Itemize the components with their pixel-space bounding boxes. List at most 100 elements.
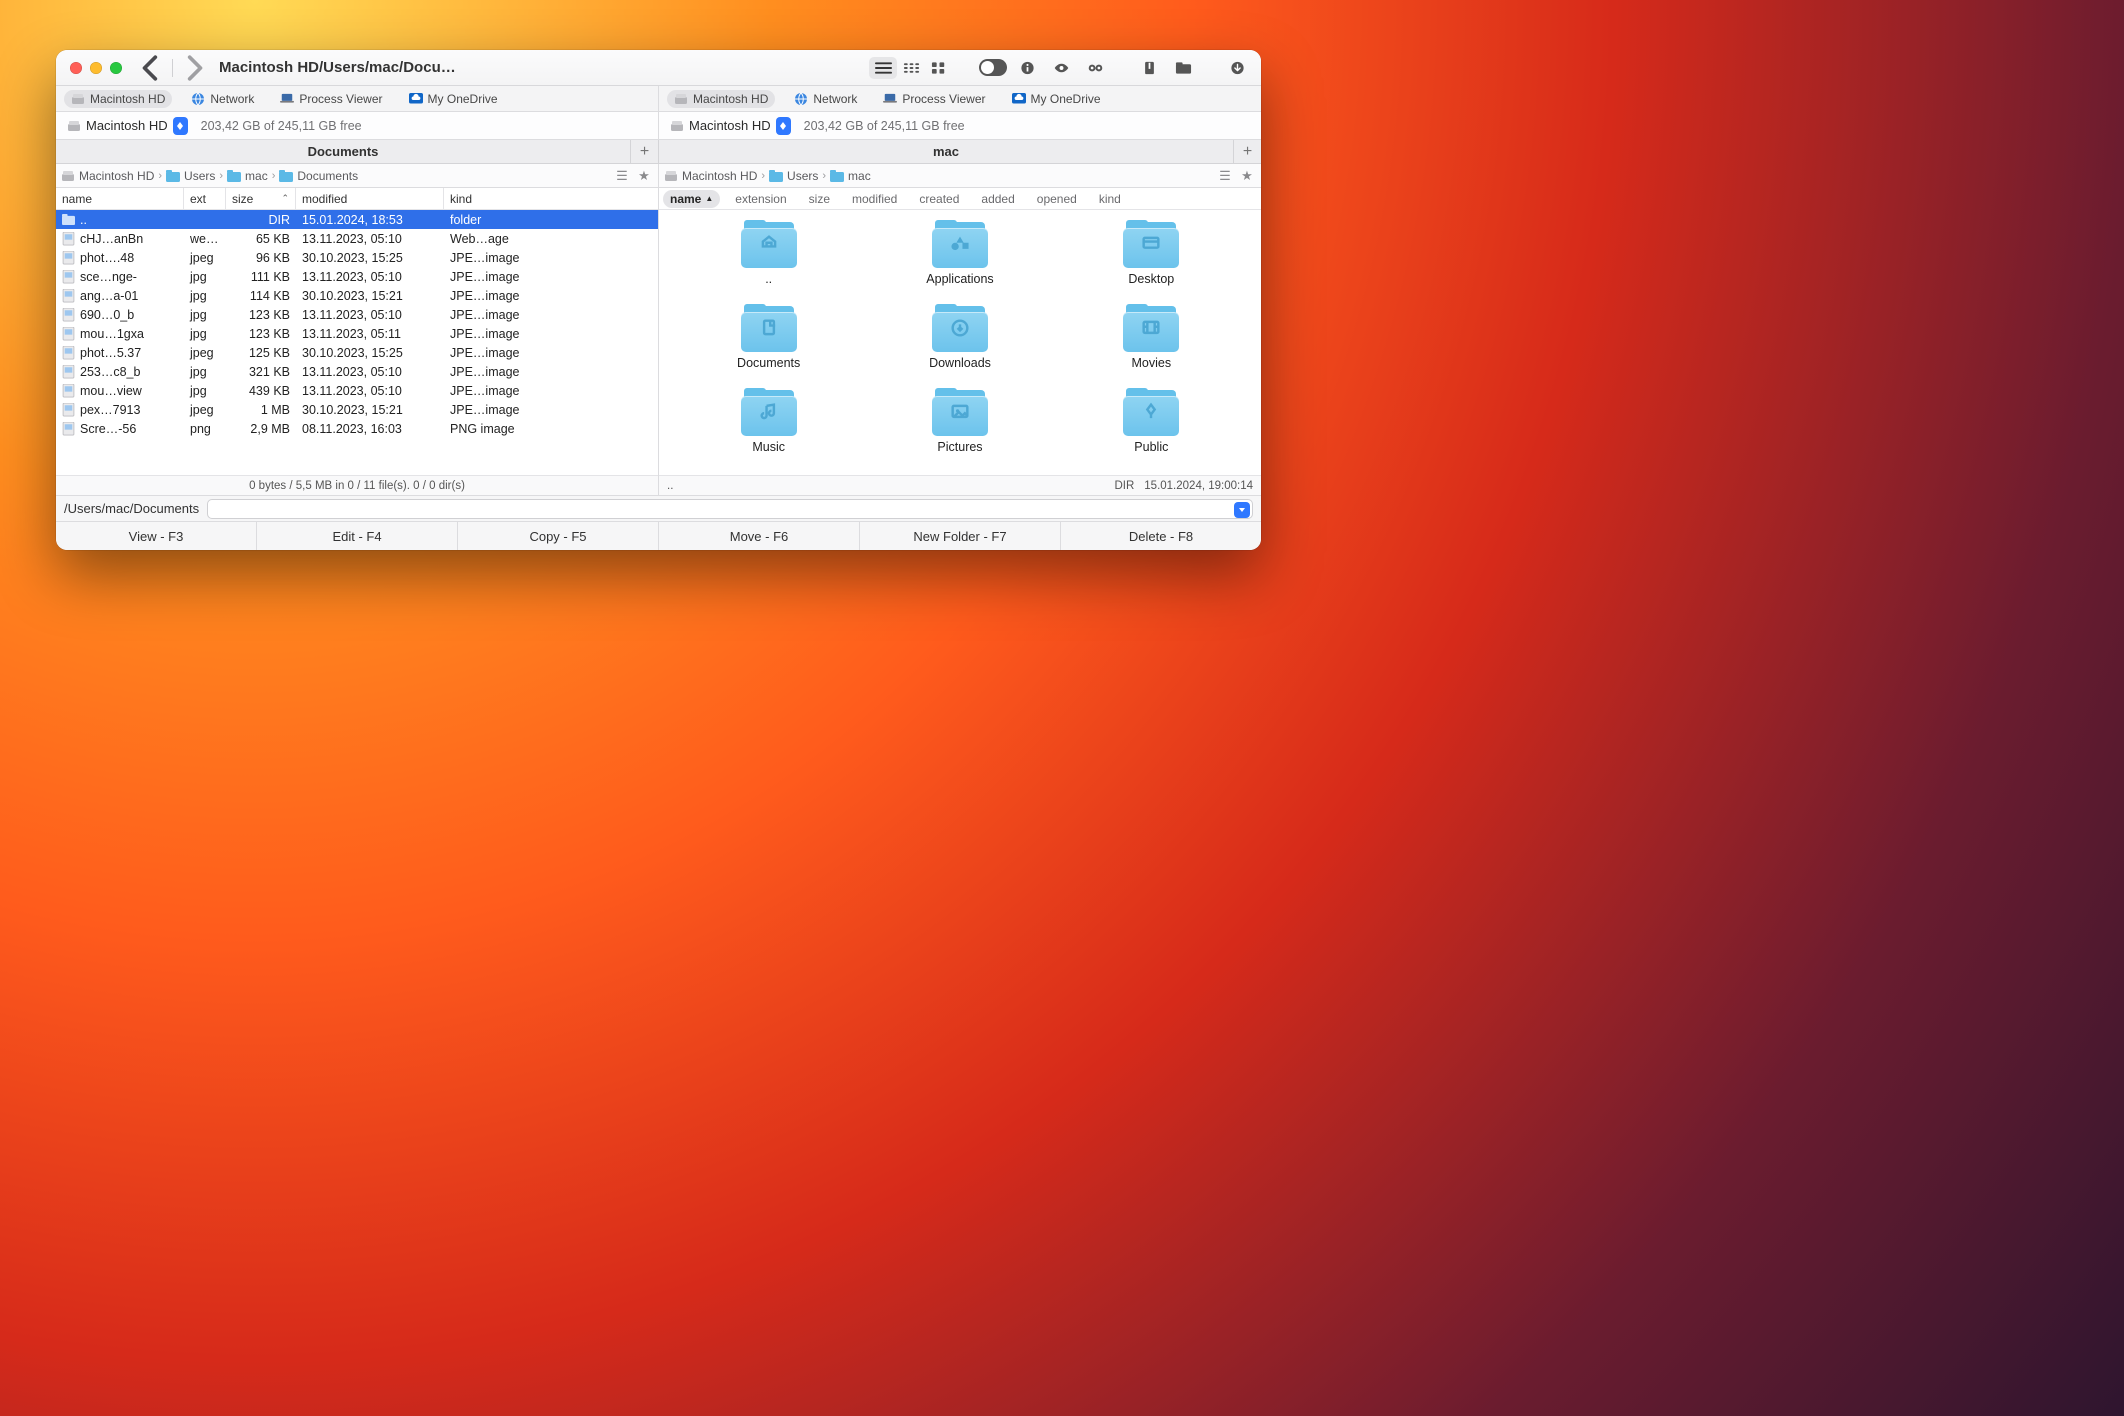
favorite-star-icon[interactable]: ★ [635, 168, 653, 184]
list-mini-icon[interactable]: ☰ [1216, 168, 1234, 184]
folder-item[interactable]: Documents [677, 304, 860, 370]
drive-stepper-icon[interactable] [173, 117, 188, 135]
drive-name: Macintosh HD [86, 118, 168, 133]
toggle-hidden-icon[interactable] [979, 57, 1007, 79]
favorite-item[interactable]: Network [787, 90, 864, 108]
list-body[interactable]: ..DIR15.01.2024, 18:53foldercHJ…anBnwe…6… [56, 210, 658, 475]
drive-selector-left[interactable]: Macintosh HD [62, 115, 193, 137]
table-row[interactable]: mou…1gxajpg123 KB13.11.2023, 05:11JPE…im… [56, 324, 658, 343]
table-row[interactable]: 253…c8_bjpg321 KB13.11.2023, 05:10JPE…im… [56, 362, 658, 381]
favorite-item[interactable]: Macintosh HD [64, 90, 172, 108]
search-icon[interactable] [1081, 57, 1109, 79]
drive-selector-right[interactable]: Macintosh HD [665, 115, 796, 137]
icon-header-added[interactable]: added [974, 190, 1021, 208]
disk-icon [670, 119, 684, 133]
view-icons-icon[interactable] [925, 57, 953, 79]
favorite-star-icon[interactable]: ★ [1238, 168, 1256, 184]
row-kind: JPE…image [444, 346, 658, 360]
folder-icon [739, 220, 799, 268]
folder-item[interactable]: Applications [868, 220, 1051, 286]
table-row[interactable]: phot…5.37jpeg125 KB30.10.2023, 15:25JPE…… [56, 343, 658, 362]
favorite-item[interactable]: Macintosh HD [667, 90, 775, 108]
icon-header-opened[interactable]: opened [1030, 190, 1084, 208]
icon-header-modified[interactable]: modified [845, 190, 904, 208]
left-status: 0 bytes / 5,5 MB in 0 / 11 file(s). 0 / … [56, 475, 658, 495]
view-list-icon[interactable] [869, 57, 897, 79]
status-left: .. [667, 480, 673, 492]
breadcrumb-item[interactable]: Users [769, 169, 818, 183]
col-kind[interactable]: kind [444, 188, 658, 209]
fn-button[interactable]: Delete - F8 [1061, 522, 1261, 550]
col-ext[interactable]: ext [184, 188, 226, 209]
table-row[interactable]: phot….48jpeg96 KB30.10.2023, 15:25JPE…im… [56, 248, 658, 267]
table-row[interactable]: sce…nge-jpg111 KB13.11.2023, 05:10JPE…im… [56, 267, 658, 286]
view-columns-icon[interactable] [897, 57, 925, 79]
folder-item[interactable]: Pictures [868, 388, 1051, 454]
folder-label: Pictures [937, 440, 982, 454]
breadcrumb-item[interactable]: Documents [279, 169, 358, 183]
back-button[interactable] [138, 57, 164, 79]
fn-button[interactable]: View - F3 [56, 522, 257, 550]
favorite-item[interactable]: My OneDrive [1005, 90, 1108, 108]
table-row[interactable]: ang…a-01jpg114 KB30.10.2023, 15:21JPE…im… [56, 286, 658, 305]
path-input[interactable] [207, 499, 1253, 519]
path-dropdown-icon[interactable] [1234, 502, 1250, 518]
minimize-button[interactable] [90, 62, 102, 74]
folder-item[interactable]: Desktop [1060, 220, 1243, 286]
breadcrumb-item[interactable]: Macintosh HD [61, 169, 154, 183]
table-row[interactable]: pex…7913jpeg1 MB30.10.2023, 15:21JPE…ima… [56, 400, 658, 419]
icon-header-extension[interactable]: extension [728, 190, 793, 208]
folder-item[interactable]: Public [1060, 388, 1243, 454]
new-tab-left[interactable]: + [630, 140, 658, 163]
col-modified[interactable]: modified [296, 188, 444, 209]
table-row[interactable]: cHJ…anBnwe…65 KB13.11.2023, 05:10Web…age [56, 229, 658, 248]
folder-item[interactable]: Movies [1060, 304, 1243, 370]
folder-label: Downloads [929, 356, 991, 370]
fn-button[interactable]: New Folder - F7 [860, 522, 1061, 550]
fn-button[interactable]: Copy - F5 [458, 522, 659, 550]
table-row[interactable]: 690…0_bjpg123 KB13.11.2023, 05:10JPE…ima… [56, 305, 658, 324]
favorite-item[interactable]: Network [184, 90, 261, 108]
music-glyph-icon [739, 388, 799, 436]
close-button[interactable] [70, 62, 82, 74]
col-size[interactable]: size ⌃ [226, 188, 296, 209]
breadcrumb-item[interactable]: Users [166, 169, 215, 183]
breadcrumb-item[interactable]: Macintosh HD [664, 169, 757, 183]
forward-button[interactable] [181, 57, 207, 79]
download-icon[interactable] [1223, 57, 1251, 79]
favorite-label: Network [813, 92, 857, 106]
icon-header-size[interactable]: size [802, 190, 837, 208]
fn-button[interactable]: Move - F6 [659, 522, 860, 550]
col-name[interactable]: name [56, 188, 184, 209]
folder-item[interactable]: Downloads [868, 304, 1051, 370]
favorite-item[interactable]: Process Viewer [273, 90, 389, 108]
folder-item[interactable]: .. [677, 220, 860, 286]
tab-left[interactable]: Documents [56, 140, 630, 163]
apps-glyph-icon [930, 220, 990, 268]
drive-stepper-icon[interactable] [776, 117, 791, 135]
folder-item[interactable]: Music [677, 388, 860, 454]
info-icon[interactable] [1013, 57, 1041, 79]
row-kind: JPE…image [444, 270, 658, 284]
row-modified: 08.11.2023, 16:03 [296, 422, 444, 436]
row-size: 123 KB [226, 327, 296, 341]
new-tab-right[interactable]: + [1233, 140, 1261, 163]
icon-body[interactable]: ..ApplicationsDesktop Documents Downloads M… [659, 210, 1261, 475]
breadcrumb-item[interactable]: mac [227, 169, 268, 183]
table-row[interactable]: Scre…-56png2,9 MB08.11.2023, 16:03PNG im… [56, 419, 658, 438]
quicklook-icon[interactable] [1047, 57, 1075, 79]
favorite-item[interactable]: Process Viewer [876, 90, 992, 108]
icon-header-created[interactable]: created [912, 190, 966, 208]
fn-button[interactable]: Edit - F4 [257, 522, 458, 550]
tab-right[interactable]: mac [659, 140, 1233, 163]
list-mini-icon[interactable]: ☰ [613, 168, 631, 184]
table-row[interactable]: ..DIR15.01.2024, 18:53folder [56, 210, 658, 229]
new-folder-icon[interactable] [1169, 57, 1197, 79]
breadcrumb-item[interactable]: mac [830, 169, 871, 183]
zoom-button[interactable] [110, 62, 122, 74]
table-row[interactable]: mou…viewjpg439 KB13.11.2023, 05:10JPE…im… [56, 381, 658, 400]
favorite-item[interactable]: My OneDrive [402, 90, 505, 108]
icon-header-name[interactable]: name ▲ [663, 190, 720, 208]
archive-icon[interactable] [1135, 57, 1163, 79]
icon-header-kind[interactable]: kind [1092, 190, 1128, 208]
